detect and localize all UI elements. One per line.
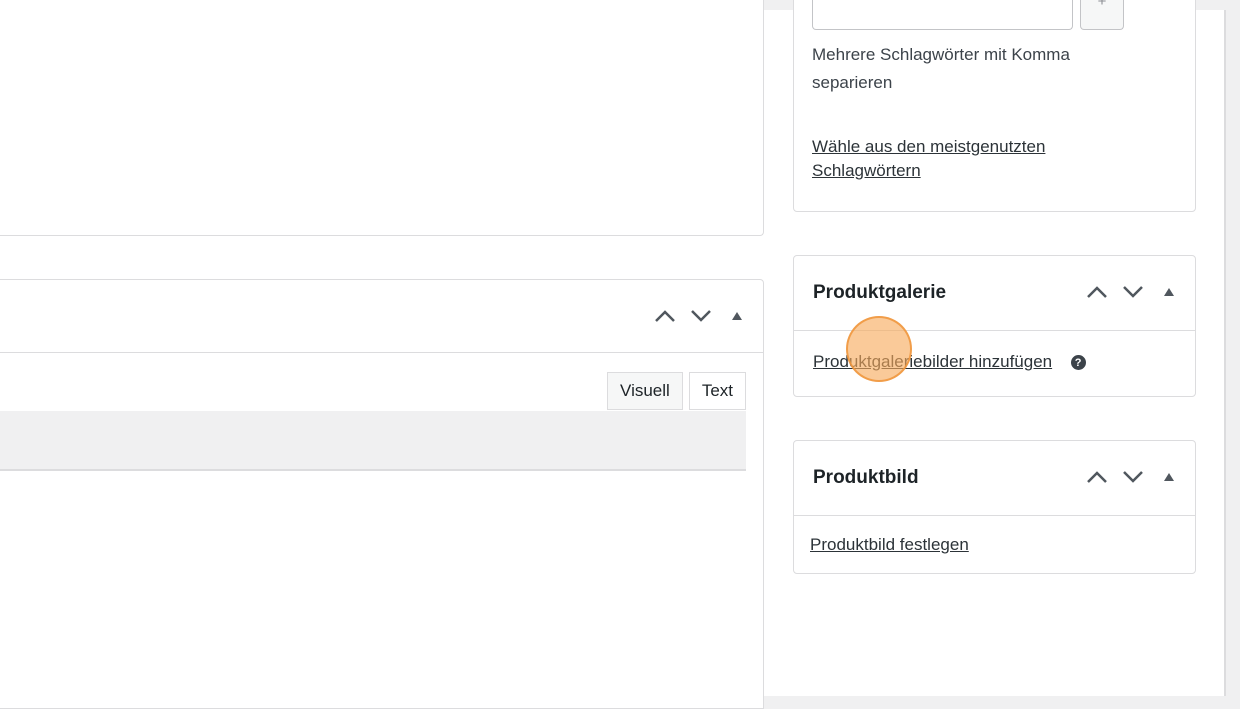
chevron-down-icon[interactable] [689,304,713,328]
tab-text[interactable]: Text [688,372,746,410]
product-image-header: Produktbild [794,441,1195,516]
product-image-body: Produktbild festlegen [810,535,969,555]
tags-help-text: Mehrere Schlagwörter mit Komma separiere… [812,45,1070,92]
help-icon[interactable]: ? [1070,355,1086,371]
product-image-handles [1085,465,1181,489]
caret-up-icon[interactable] [1157,465,1181,489]
set-product-image-link[interactable]: Produktbild festlegen [810,535,969,554]
caret-up-icon[interactable] [1157,280,1181,304]
chevron-up-icon[interactable] [1085,280,1109,304]
product-image-title: Produktbild [813,467,919,488]
chevron-down-icon[interactable] [1121,280,1145,304]
product-image-box: Produktbild Produktbild festlegen [793,440,1196,574]
chevron-up-icon[interactable] [1085,465,1109,489]
product-gallery-handles [1085,280,1181,304]
chevron-down-icon[interactable] [1121,465,1145,489]
editor-toolbar [0,411,746,471]
click-indicator [846,316,912,382]
product-description-box: Visuell Text [0,279,764,709]
product-gallery-header: Produktgalerie [794,256,1195,331]
chevron-up-icon[interactable] [653,304,677,328]
post-content-box [0,0,764,236]
product-description-handles [653,304,749,328]
product-gallery-title: Produktgalerie [813,282,947,303]
scrollbar-edge [1224,10,1226,696]
most-used-tags-link[interactable]: Wähle aus den meistgenutzten Schlagwörte… [812,135,1142,183]
tab-visual[interactable]: Visuell [607,372,683,410]
product-description-header [0,280,763,353]
caret-up-icon[interactable] [725,304,749,328]
add-tag-button[interactable]: + [1080,0,1124,30]
tags-input[interactable] [812,0,1073,30]
product-tags-box: + Mehrere Schlagwörter mit Komma separie… [793,0,1196,212]
editor-tabs: Visuell Text [607,372,746,410]
